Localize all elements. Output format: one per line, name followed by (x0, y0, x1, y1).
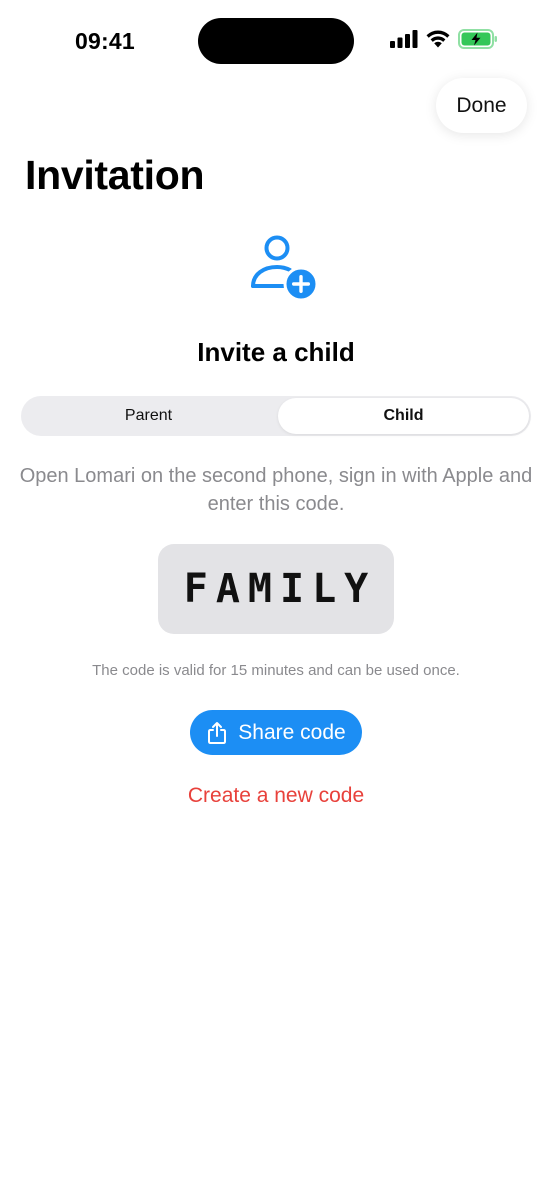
cellular-signal-icon (390, 29, 418, 53)
section-heading: Invite a child (197, 337, 355, 367)
share-code-button[interactable]: Share code (190, 710, 362, 755)
battery-charging-icon (458, 28, 498, 54)
segment-parent[interactable]: Parent (21, 396, 276, 436)
invite-code: FAMILY (158, 544, 394, 634)
role-segmented-control: Parent Child (21, 396, 531, 436)
person-add-icon (244, 232, 320, 304)
wifi-icon (425, 29, 451, 53)
validity-note: The code is valid for 15 minutes and can… (92, 662, 460, 679)
create-new-code-button[interactable]: Create a new code (0, 784, 552, 808)
dynamic-island (198, 18, 354, 64)
status-icons (390, 28, 498, 54)
share-code-label: Share code (238, 720, 346, 744)
instructions-text: Open Lomari on the second phone, sign in… (19, 465, 533, 515)
status-time: 09:41 (75, 28, 135, 54)
done-button[interactable]: Done (436, 78, 527, 133)
page-title: Invitation (25, 152, 205, 198)
segment-child[interactable]: Child (278, 398, 529, 434)
share-icon (206, 721, 228, 745)
